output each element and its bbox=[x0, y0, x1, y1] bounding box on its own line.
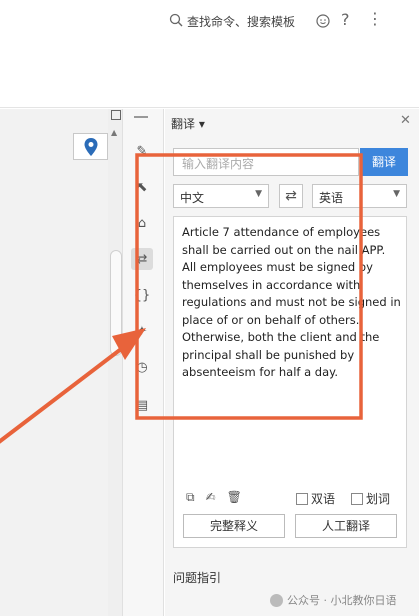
document-canvas bbox=[0, 109, 122, 616]
wechat-logo-icon bbox=[270, 593, 283, 607]
chevron-down-icon: ▼ bbox=[393, 189, 400, 199]
location-pin-icon bbox=[84, 138, 98, 156]
checkbox-box[interactable] bbox=[296, 492, 308, 505]
location-marker[interactable] bbox=[73, 133, 108, 160]
strip-handle-icon bbox=[134, 116, 148, 118]
close-icon[interactable]: ✕ bbox=[400, 113, 411, 128]
scroll-up-arrow-icon[interactable]: ▲ bbox=[111, 128, 117, 137]
watermark-text: 公众号 · 小北教你日语 bbox=[287, 594, 397, 607]
page-icon bbox=[111, 110, 121, 120]
result-tools: ⧉ ✍ 🗑 bbox=[186, 490, 242, 505]
select-word-checkbox[interactable]: 划词 bbox=[351, 490, 390, 507]
command-search-label[interactable]: 查找命令、搜索模板 bbox=[187, 13, 295, 30]
edit-icon[interactable]: ✍ bbox=[206, 490, 216, 505]
chevron-down-icon: ▼ bbox=[255, 189, 262, 199]
delete-icon[interactable]: 🗑 bbox=[227, 490, 242, 505]
pen-icon[interactable]: ✎ bbox=[131, 140, 153, 162]
clock-icon[interactable]: ◷ bbox=[131, 356, 153, 378]
target-language-value: 英语 bbox=[319, 191, 344, 205]
translation-result-text: Article 7 attendance of employees shall … bbox=[182, 225, 401, 379]
table-icon[interactable]: ▤ bbox=[131, 394, 153, 416]
swap-language-button[interactable]: ⇄ bbox=[279, 184, 303, 208]
help-section-title: 问题指引 bbox=[173, 571, 222, 585]
copy-icon[interactable]: ⧉ bbox=[186, 490, 195, 505]
target-language-select[interactable]: 英语 ▼ bbox=[312, 184, 407, 208]
translate-icon[interactable]: ⇄ bbox=[131, 248, 153, 270]
help-icon[interactable]: ? bbox=[341, 10, 350, 29]
human-translate-button[interactable]: 人工翻译 bbox=[295, 514, 397, 538]
magic-icon[interactable]: ✦ bbox=[131, 320, 153, 342]
checkbox-box[interactable] bbox=[351, 492, 363, 505]
cursor-icon[interactable]: ⬉ bbox=[131, 176, 153, 198]
search-icon[interactable] bbox=[169, 13, 183, 27]
lock-icon[interactable]: ⌂ bbox=[131, 212, 153, 234]
bilingual-label: 双语 bbox=[311, 492, 336, 506]
full-definition-button[interactable]: 完整释义 bbox=[183, 514, 285, 538]
vertical-scrollbar[interactable] bbox=[108, 109, 122, 616]
translate-input[interactable]: 输入翻译内容 bbox=[173, 148, 359, 176]
emoji-icon[interactable] bbox=[316, 14, 330, 28]
watermark: 公众号 · 小北教你日语 bbox=[270, 592, 397, 608]
source-language-value: 中文 bbox=[180, 191, 205, 205]
select-word-label: 划词 bbox=[366, 492, 391, 506]
more-icon[interactable]: ⋮ bbox=[367, 9, 383, 28]
panel-title[interactable]: 翻译 ▾ bbox=[171, 115, 205, 132]
translate-button[interactable]: 翻译 bbox=[360, 148, 408, 176]
source-language-select[interactable]: 中文 ▼ bbox=[173, 184, 269, 208]
code-icon[interactable]: {} bbox=[131, 284, 153, 306]
scrollbar-thumb[interactable] bbox=[110, 250, 122, 356]
bilingual-checkbox[interactable]: 双语 bbox=[296, 490, 335, 507]
